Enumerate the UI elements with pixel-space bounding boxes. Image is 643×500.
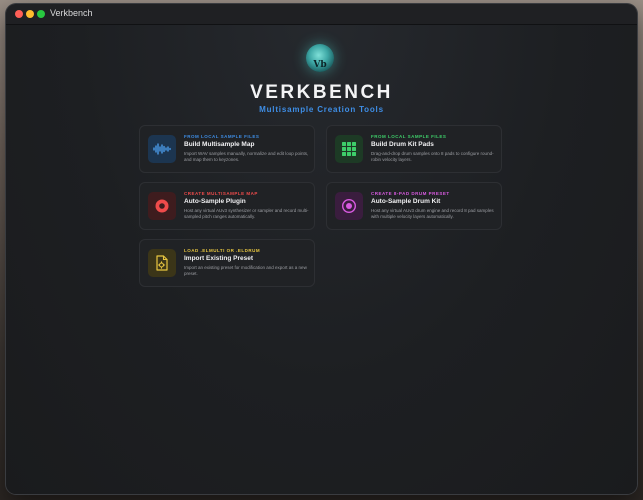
- card-build-drum-kit-pads[interactable]: FROM LOCAL SAMPLE FILES Build Drum Kit P…: [326, 125, 502, 173]
- card-title: Import Existing Preset: [184, 255, 253, 262]
- record-ring-icon: [335, 192, 363, 220]
- card-eyebrow: LOAD .ELMULTI OR .ELDRUM: [184, 248, 261, 253]
- app-logo-text: Vb: [313, 60, 327, 70]
- card-auto-sample-drum-kit[interactable]: CREATE 8-PAD DRUM PRESET Auto-Sample Dru…: [326, 182, 502, 230]
- waveform-icon: [148, 135, 176, 163]
- window-title: Verkbench: [50, 8, 93, 18]
- app-logo-icon: Vb: [306, 44, 334, 72]
- card-eyebrow: CREATE 8-PAD DRUM PRESET: [371, 191, 450, 196]
- card-auto-sample-plugin[interactable]: CREATE MULTISAMPLE MAP Auto-Sample Plugi…: [139, 182, 315, 230]
- app-window: Verkbench Vb VERKBENCH Multisample Creat…: [6, 4, 637, 494]
- maximize-window-button[interactable]: [37, 10, 45, 18]
- card-title: Build Drum Kit Pads: [371, 141, 434, 148]
- minimize-window-button[interactable]: [26, 10, 34, 18]
- card-description: Host any virtual AUv3 drum engine and re…: [371, 208, 494, 219]
- document-gear-icon: [148, 249, 176, 277]
- card-description: Import WAV samples manually, normalize a…: [184, 151, 309, 162]
- card-title: Build Multisample Map: [184, 141, 255, 148]
- record-icon: [148, 192, 176, 220]
- card-import-existing-preset[interactable]: LOAD .ELMULTI OR .ELDRUM Import Existing…: [139, 239, 315, 287]
- pad-grid-icon: [335, 135, 363, 163]
- card-description: Drag-and-drop drum samples onto 8 pads t…: [371, 151, 494, 162]
- card-description: Import an existing preset for modificati…: [184, 265, 307, 276]
- card-title: Auto-Sample Drum Kit: [371, 198, 441, 205]
- card-eyebrow: FROM LOCAL SAMPLE FILES: [184, 134, 260, 139]
- card-description: Host any virtual AUv3 synthesizer or sam…: [184, 208, 309, 219]
- card-build-multisample-map[interactable]: FROM LOCAL SAMPLE FILES Build Multisampl…: [139, 125, 315, 173]
- app-title: VERKBENCH: [250, 82, 393, 103]
- card-title: Auto-Sample Plugin: [184, 198, 246, 205]
- card-eyebrow: CREATE MULTISAMPLE MAP: [184, 191, 258, 196]
- title-bar: Verkbench: [6, 4, 637, 25]
- card-eyebrow: FROM LOCAL SAMPLE FILES: [371, 134, 447, 139]
- app-subtitle: Multisample Creation Tools: [259, 105, 384, 114]
- close-window-button[interactable]: [15, 10, 23, 18]
